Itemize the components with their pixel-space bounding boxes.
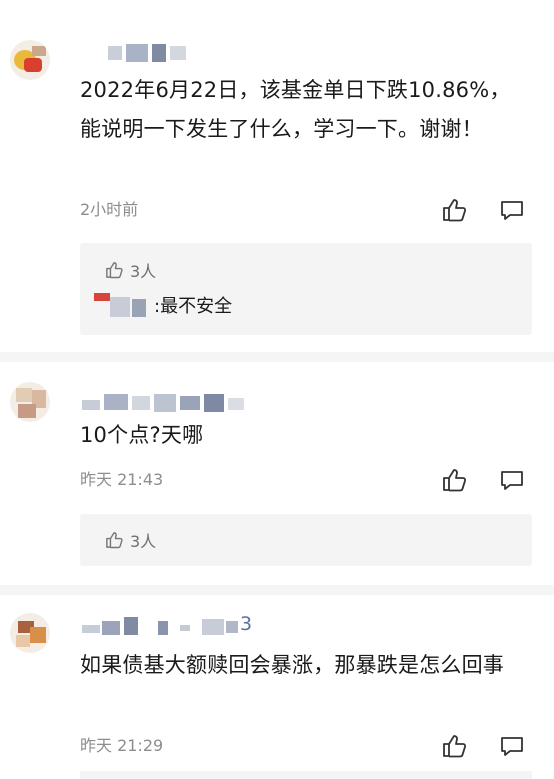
sub-like-count: 3人: [130, 532, 157, 551]
comment-icon: [501, 201, 523, 220]
username[interactable]: [80, 42, 280, 64]
avatar[interactable]: [10, 613, 50, 653]
thumbs-up-icon: [443, 199, 467, 222]
avatar[interactable]: [10, 40, 50, 80]
avatar[interactable]: [10, 382, 50, 422]
username[interactable]: 3: [80, 613, 280, 637]
comment-button[interactable]: [498, 196, 526, 224]
comment-icon: [501, 737, 523, 756]
comment-time: 2小时前: [80, 200, 139, 219]
comment-text: 如果债基大额赎回会暴涨，那暴跌是怎么回事: [80, 653, 504, 677]
reply-line: :最不安全: [94, 291, 232, 319]
reply-username[interactable]: [94, 291, 150, 319]
username-tail: 3: [240, 613, 253, 635]
comment-text: 2022年6月22日，该基金单日下跌10.86%，能说明一下发生了什么，学习一下…: [80, 78, 511, 141]
comment-item: 2022年6月22日，该基金单日下跌10.86%，能说明一下发生了什么，学习一下…: [0, 0, 554, 350]
reply-preview[interactable]: 3人: [80, 514, 532, 566]
username[interactable]: [80, 392, 280, 414]
comment-item: 3 如果债基大额赎回会暴涨，那暴跌是怎么回事 昨天 21:29: [0, 595, 554, 779]
divider: [0, 585, 554, 595]
sub-like-button[interactable]: 3人: [104, 529, 156, 551]
reply-preview-edge: [80, 771, 532, 779]
thumbs-up-icon: [443, 469, 467, 492]
comment-text: 10个点?天哪: [80, 423, 204, 447]
reply-text: :最不安全: [154, 296, 233, 317]
comment-button[interactable]: [498, 466, 526, 494]
sub-like-button[interactable]: 3人: [104, 259, 156, 281]
comment-icon: [501, 471, 523, 490]
comment-button[interactable]: [498, 732, 526, 760]
thumbs-up-icon: [106, 532, 123, 549]
like-button[interactable]: [440, 196, 468, 224]
like-button[interactable]: [440, 466, 468, 494]
comment-item: 10个点?天哪 昨天 21:43 3人: [0, 362, 554, 587]
comment-time: 昨天 21:29: [80, 736, 164, 755]
sub-like-count: 3人: [130, 262, 157, 281]
divider: [0, 352, 554, 362]
reply-preview[interactable]: 3人 :最不安全: [80, 243, 532, 335]
thumbs-up-icon: [106, 262, 123, 279]
thumbs-up-icon: [443, 735, 467, 758]
like-button[interactable]: [440, 732, 468, 760]
comment-time: 昨天 21:43: [80, 470, 164, 489]
